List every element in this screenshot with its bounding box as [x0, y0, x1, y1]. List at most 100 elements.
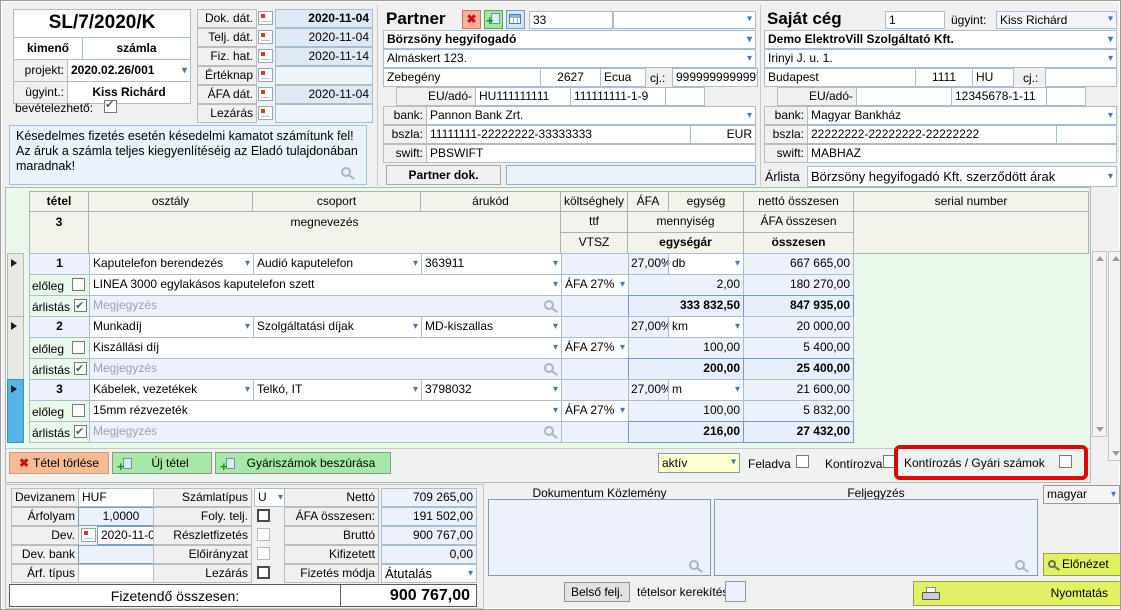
item-arukod-select[interactable]: MD-kiszallas — [421, 316, 562, 338]
company-zip-field[interactable]: 1111 — [915, 68, 973, 87]
company-account-field[interactable]: 22222222-22222222-22222222 — [807, 125, 1057, 144]
item-netto-osszesen[interactable]: 21 600,00 — [743, 379, 854, 401]
feljegyzes-zoom-icon[interactable] — [1015, 560, 1025, 570]
company-currency-field[interactable] — [1056, 125, 1117, 144]
feljegyzes-textarea[interactable] — [714, 499, 1038, 576]
item-megnevezes-select[interactable]: Kiszállási díj — [89, 337, 562, 359]
reszletfizetes-checkbox[interactable] — [257, 528, 270, 541]
bevetelezheto-checkbox[interactable] — [104, 100, 117, 113]
date-value[interactable]: 2020-11-04 — [275, 85, 373, 104]
partner-delete-button[interactable]: ✖ — [462, 10, 481, 29]
partner-dok-button[interactable]: Partner dok. — [386, 165, 501, 185]
status-select[interactable]: aktív — [658, 453, 740, 473]
company-city-field[interactable]: Budapest — [764, 68, 916, 87]
item-osztaly-select[interactable]: Kábelek, vezetékek — [89, 379, 254, 401]
items-scrollbar[interactable] — [1092, 251, 1107, 437]
item-osztaly-select[interactable]: Munkadíj — [89, 316, 254, 338]
kontirozas-checkbox[interactable] — [1059, 455, 1072, 468]
item-arukod-select[interactable]: 363911 — [421, 253, 562, 275]
item-egyseg-select[interactable]: km — [668, 316, 744, 338]
row-selector[interactable] — [7, 316, 24, 380]
arlistas-checkbox[interactable] — [74, 425, 87, 438]
item-arukod-select[interactable]: 3798032 — [421, 379, 562, 401]
eloleg-checkbox[interactable] — [72, 341, 85, 354]
company-tax-extra-field[interactable] — [1046, 87, 1086, 106]
internal-note-button[interactable]: Belső felj. — [564, 582, 630, 602]
outer-scrollbar[interactable] — [1108, 251, 1121, 461]
row-selector[interactable] — [7, 253, 24, 317]
item-csoport-select[interactable]: Szolgáltatási díjak — [253, 316, 422, 338]
company-cj-field[interactable] — [1045, 68, 1117, 87]
partner-add-button[interactable]: + — [484, 10, 503, 29]
brutto-field[interactable]: 900 767,00 — [381, 526, 477, 545]
date-value[interactable] — [275, 104, 373, 123]
item-vtsz-field[interactable] — [561, 358, 629, 380]
dev-bank-field[interactable] — [78, 545, 164, 564]
date-value[interactable] — [275, 66, 373, 85]
date-value[interactable]: 2020-11-04 — [275, 9, 373, 28]
item-mennyiseg-field[interactable]: 100,00 — [628, 337, 744, 359]
calendar-icon[interactable] — [258, 106, 273, 120]
company-ugyint-select[interactable]: Kiss Richárd — [996, 11, 1117, 29]
row-selector[interactable] — [7, 379, 24, 443]
fizetes-modja-select[interactable]: Átutalás — [381, 564, 477, 583]
afa-osszesen-field[interactable]: 191 502,00 — [381, 507, 477, 526]
company-address-select[interactable]: Irinyi J. u. 1. — [764, 49, 1117, 68]
calendar-icon[interactable] — [258, 30, 273, 44]
item-mennyiseg-field[interactable]: 2,00 — [628, 274, 744, 296]
eloleg-checkbox[interactable] — [72, 404, 85, 417]
megjegyzes-zoom-icon[interactable] — [544, 300, 554, 310]
item-egyseg-select[interactable]: db — [668, 253, 744, 275]
pricelist-select[interactable]: Börzsöny hegyifogadó Kft. szerződött ára… — [807, 166, 1117, 187]
partner-bank-select[interactable]: Pannon Bank Zrt. — [426, 106, 756, 125]
kerekites-field[interactable] — [725, 581, 746, 602]
item-megjegyzes-field[interactable]: Megjegyzés — [89, 421, 562, 443]
scroll-up-icon[interactable] — [1112, 256, 1120, 261]
devizanem-select[interactable]: HUF — [78, 488, 164, 507]
projekt-select[interactable]: 2020.02.26/001 — [67, 59, 191, 82]
company-code-field[interactable]: 1 — [885, 11, 945, 29]
item-mennyiseg-field[interactable]: 100,00 — [628, 400, 744, 422]
company-name-select[interactable]: Demo ElektroVill Szolgáltató Kft. — [764, 30, 1117, 49]
item-vtsz-field[interactable] — [561, 421, 629, 443]
partner-country-field[interactable]: Ecua — [600, 68, 646, 87]
partner-tax-number-field[interactable]: 111111111-1-9 — [570, 87, 666, 106]
partner-account-field[interactable]: 11111111-22222222-33333333 — [426, 125, 691, 144]
partner-dok-field[interactable] — [506, 165, 756, 185]
arlistas-checkbox[interactable] — [74, 362, 87, 375]
item-megnevezes-select[interactable]: LINEA 3000 egylakásos kaputelefon szett — [89, 274, 562, 296]
company-country-field[interactable]: HU — [972, 68, 1014, 87]
payment-notice-box[interactable]: Késedelmes fizetés esetén késedelmi kama… — [9, 125, 367, 185]
item-netto-osszesen[interactable]: 667 665,00 — [743, 253, 854, 275]
item-koltseghely-field[interactable] — [561, 253, 629, 275]
kozlemeny-textarea[interactable] — [488, 499, 711, 576]
scroll-down-icon[interactable] — [1096, 427, 1104, 432]
item-afa-kulcs-select[interactable]: ÁFA 27% — [561, 274, 629, 296]
item-vtsz-field[interactable] — [561, 295, 629, 317]
partner-zip-field[interactable]: 2627 — [540, 68, 601, 87]
item-megnevezes-select[interactable]: 15mm rézvezeték — [89, 400, 562, 422]
partner-swift-field[interactable]: PBSWIFT — [426, 144, 756, 163]
item-afa-kulcs-select[interactable]: ÁFA 27% — [561, 400, 629, 422]
date-value[interactable]: 2020-11-04 — [275, 28, 373, 47]
lezaras-checkbox[interactable] — [257, 566, 270, 579]
item-megjegyzes-field[interactable]: Megjegyzés — [89, 295, 562, 317]
partner-code-select[interactable] — [613, 11, 756, 29]
preview-button[interactable]: Előnézet — [1043, 553, 1121, 576]
print-button[interactable]: Nyomtatás — [913, 581, 1121, 606]
calendar-icon[interactable] — [258, 49, 273, 63]
partner-tax-extra-field[interactable] — [665, 87, 705, 106]
kozlemeny-zoom-icon[interactable] — [689, 560, 699, 570]
partner-cj-field[interactable]: 99999999999999 — [672, 68, 758, 87]
eloleg-checkbox[interactable] — [72, 278, 85, 291]
item-netto-osszesen[interactable]: 20 000,00 — [743, 316, 854, 338]
scroll-up-icon[interactable] — [1096, 256, 1104, 261]
calendar-icon[interactable] — [81, 528, 96, 542]
item-megjegyzes-field[interactable]: Megjegyzés — [89, 358, 562, 380]
megjegyzes-zoom-icon[interactable] — [544, 363, 554, 373]
megjegyzes-zoom-icon[interactable] — [544, 426, 554, 436]
scroll-down-icon[interactable] — [1112, 451, 1120, 456]
arf-tipus-select[interactable] — [78, 564, 164, 583]
partner-code-field[interactable]: 33 — [529, 11, 613, 29]
item-csoport-select[interactable]: Telkó, IT — [253, 379, 422, 401]
